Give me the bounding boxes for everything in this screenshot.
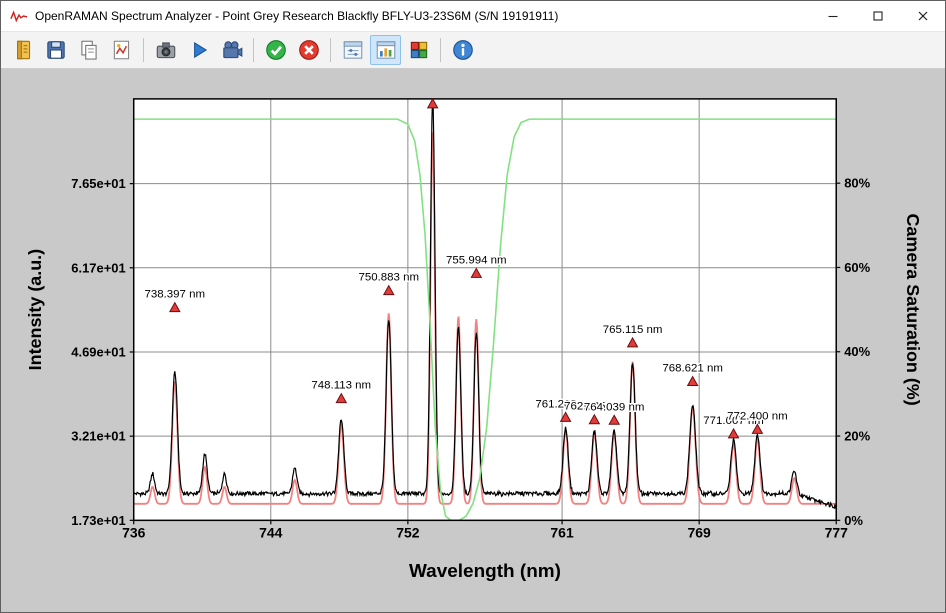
x-tick-label: 769	[688, 524, 712, 540]
minimize-button[interactable]	[810, 1, 855, 31]
record-video-icon	[220, 38, 244, 62]
y-tick-label-left: 7.65e+01	[71, 176, 125, 191]
acquisition-settings-button[interactable]	[337, 35, 368, 65]
color-map-icon	[407, 38, 431, 62]
x-tick-label: 752	[396, 524, 420, 540]
graph-settings-button[interactable]	[370, 35, 401, 65]
app-window: OpenRAMAN Spectrum Analyzer - Point Grey…	[0, 0, 946, 613]
window-controls	[810, 1, 945, 31]
app-icon	[10, 9, 28, 23]
export-image-button[interactable]	[106, 35, 137, 65]
y-tick-label-left: 4.69e+01	[71, 344, 125, 359]
y-tick-label-right: 40%	[844, 344, 870, 359]
record-video-button[interactable]	[216, 35, 247, 65]
about-icon	[451, 38, 475, 62]
camera-settings-button[interactable]	[150, 35, 181, 65]
chart-canvas[interactable]: 7367447527617697771.73e+013.21e+014.69e+…	[1, 69, 945, 612]
toolbar-separator	[440, 38, 441, 62]
title-bar: OpenRAMAN Spectrum Analyzer - Point Grey…	[1, 1, 945, 31]
peak-label: 748.113 nm	[311, 380, 371, 392]
open-spectrum-button[interactable]	[7, 35, 38, 65]
acquisition-settings-icon	[341, 38, 365, 62]
x-tick-label: 761	[550, 524, 574, 540]
peak-label: 755.994 nm	[446, 255, 507, 267]
peak-label: 750.883 nm	[358, 272, 419, 284]
y-axis-title-right: Camera Saturation (%)	[903, 214, 923, 406]
y-tick-label-left: 6.17e+01	[71, 260, 125, 275]
play-acquisition-button[interactable]	[183, 35, 214, 65]
reject-button[interactable]	[293, 35, 324, 65]
peak-label: 768.621 nm	[662, 363, 723, 375]
y-tick-label-right: 80%	[844, 176, 870, 191]
close-button[interactable]	[900, 1, 945, 31]
peak-label: 772.400 nm	[727, 410, 788, 422]
x-tick-label: 744	[259, 524, 283, 540]
toolbar	[1, 31, 945, 69]
y-tick-label-left: 3.21e+01	[71, 429, 125, 444]
maximize-icon	[874, 12, 882, 20]
y-tick-label-left: 1.73e+01	[71, 513, 125, 528]
x-axis-title: Wavelength (nm)	[409, 561, 561, 582]
toolbar-separator	[253, 38, 254, 62]
toolbar-separator	[330, 38, 331, 62]
toolbar-separator	[143, 38, 144, 62]
copy-data-button[interactable]	[73, 35, 104, 65]
accept-button[interactable]	[260, 35, 291, 65]
window-title: OpenRAMAN Spectrum Analyzer - Point Grey…	[35, 9, 810, 23]
y-tick-label-right: 0%	[844, 513, 863, 528]
export-image-icon	[110, 38, 134, 62]
peak-label: 764.039 nm	[584, 401, 645, 413]
color-map-button[interactable]	[403, 35, 434, 65]
maximize-button[interactable]	[855, 1, 900, 31]
save-spectrum-icon	[44, 38, 68, 62]
save-spectrum-button[interactable]	[40, 35, 71, 65]
spectrum-chart[interactable]: 7367447527617697771.73e+013.21e+014.69e+…	[1, 69, 945, 612]
peak-label: 738.397 nm	[145, 289, 206, 301]
y-axis-title-left: Intensity (a.u.)	[25, 249, 45, 371]
about-button[interactable]	[447, 35, 478, 65]
copy-data-icon	[77, 38, 101, 62]
play-acquisition-icon	[187, 38, 211, 62]
y-tick-label-right: 20%	[844, 429, 870, 444]
peak-label: 765.115 nm	[603, 324, 663, 336]
open-spectrum-icon	[11, 38, 35, 62]
accept-icon	[264, 38, 288, 62]
graph-settings-icon	[374, 38, 398, 62]
camera-settings-icon	[154, 38, 178, 62]
close-icon	[917, 10, 929, 22]
y-tick-label-right: 60%	[844, 260, 870, 275]
reject-icon	[297, 38, 321, 62]
